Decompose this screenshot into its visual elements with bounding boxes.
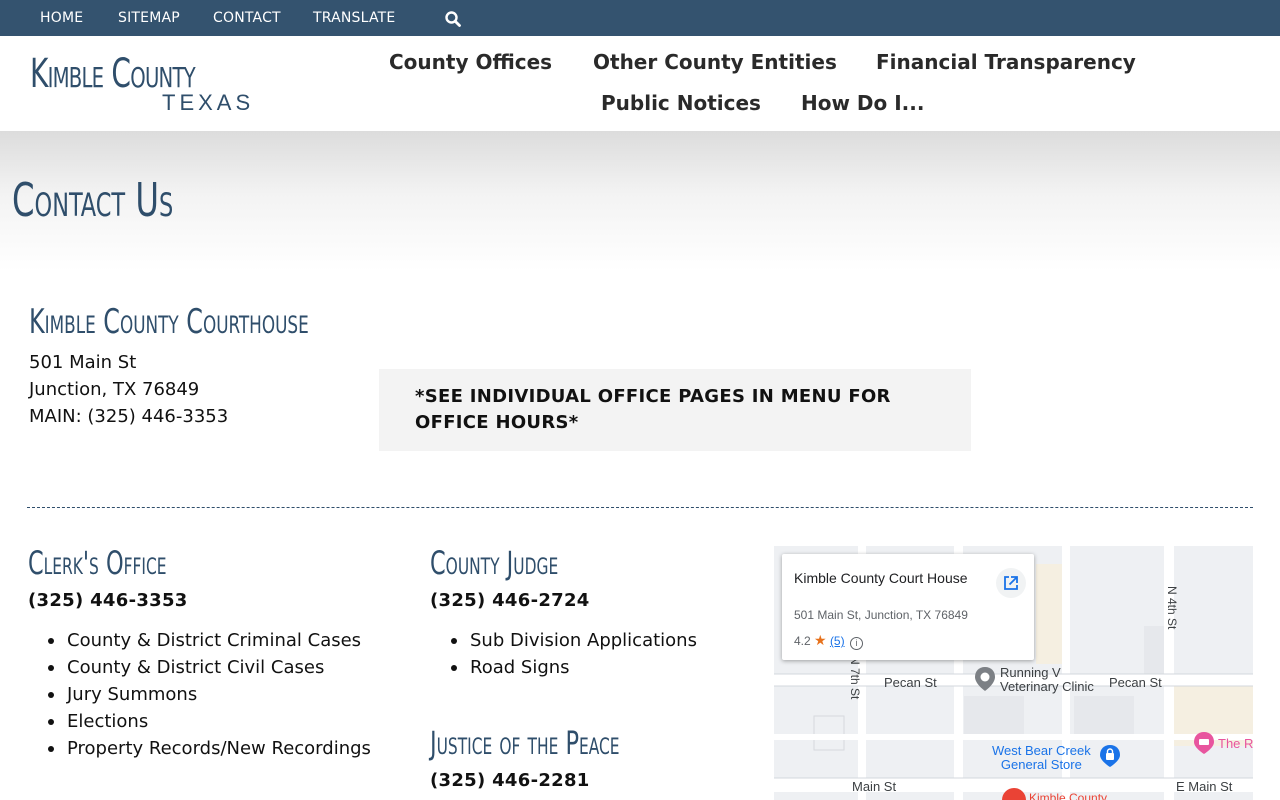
justice-phone: (325) 446-2281	[430, 770, 590, 791]
courthouse-city: Junction, TX 76849	[29, 379, 200, 400]
logo-subtitle: TEXAS	[162, 90, 255, 115]
topnav-translate-link[interactable]: TRANSLATE	[313, 10, 395, 26]
top-utility-bar: HOME SITEMAP CONTACT TRANSLATE	[0, 0, 1280, 36]
map-poi-right[interactable]: The R	[1218, 736, 1253, 751]
nav-how-do-i[interactable]: How Do I...	[801, 91, 924, 115]
map-place-rating: 4.2 ★ (5) i	[794, 632, 863, 650]
map-poi-clinic[interactable]: Running V Veterinary Clinic	[1000, 666, 1094, 694]
lodging-icon[interactable]	[1193, 731, 1215, 755]
clerk-phone: (325) 446-3353	[28, 590, 188, 611]
star-icon: ★	[814, 632, 827, 648]
map-street-main-right: E Main St	[1176, 779, 1233, 794]
site-header: Kimble County TEXAS County Offices Other…	[0, 36, 1280, 131]
map-street-4th: N 4th St	[1165, 586, 1179, 630]
site-logo[interactable]: Kimble County TEXAS	[30, 50, 260, 115]
map-street-pecan-right: Pecan St	[1109, 675, 1162, 690]
page-hero: Contact Us	[0, 131, 1280, 271]
list-item: County & District Civil Cases	[28, 654, 371, 681]
map-street-pecan-left: Pecan St	[884, 675, 937, 690]
list-item: County & District Criminal Cases	[28, 627, 371, 654]
open-external-button[interactable]	[996, 568, 1026, 598]
topnav-contact-link[interactable]: CONTACT	[213, 10, 281, 26]
office-hours-notice-text: *SEE INDIVIDUAL OFFICE PAGES IN MENU FOR…	[415, 386, 891, 433]
map-info-card: Kimble County Court House 501 Main St, J…	[782, 554, 1034, 660]
rating-value: 4.2	[794, 634, 811, 648]
clerk-heading: Clerk's Office	[28, 544, 167, 582]
external-link-icon	[1004, 576, 1018, 590]
topnav-home-link[interactable]: HOME	[40, 10, 83, 26]
justice-heading: Justice of the Peace	[430, 724, 620, 762]
section-divider	[27, 507, 1253, 508]
topnav-sitemap-link[interactable]: SITEMAP	[118, 10, 180, 26]
nav-other-county-entities[interactable]: Other County Entities	[593, 50, 837, 74]
nav-county-offices[interactable]: County Offices	[389, 50, 552, 74]
list-item: Elections	[28, 708, 371, 735]
courthouse-heading: Kimble County Courthouse	[29, 302, 309, 342]
map-poi-store-line2: General Store	[1000, 757, 1082, 772]
list-item: Property Records/New Recordings	[28, 735, 371, 762]
search-icon[interactable]	[444, 10, 462, 28]
review-count-link[interactable]: (5)	[830, 634, 845, 648]
list-item: Road Signs	[431, 654, 697, 681]
nav-public-notices[interactable]: Public Notices	[601, 91, 761, 115]
info-icon[interactable]: i	[849, 637, 863, 650]
embedded-map[interactable]: Running V Veterinary Clinic West Bear Cr…	[774, 546, 1253, 800]
nav-financial-transparency[interactable]: Financial Transparency	[876, 50, 1136, 74]
clerk-services-list: County & District Criminal Cases County …	[28, 627, 371, 762]
shopping-bag-icon[interactable]	[1099, 744, 1121, 768]
office-hours-notice: *SEE INDIVIDUAL OFFICE PAGES IN MENU FOR…	[379, 369, 971, 451]
courthouse-main-phone: MAIN: (325) 446-3353	[29, 406, 229, 427]
map-street-main-left: Main St	[852, 779, 897, 794]
map-street-7th: N 7th St	[848, 656, 862, 700]
judge-phone: (325) 446-2724	[430, 590, 590, 611]
map-place-address: 501 Main St, Junction, TX 76849	[794, 608, 968, 622]
page-title: Contact Us	[12, 173, 174, 227]
judge-services-list: Sub Division Applications Road Signs	[431, 627, 697, 681]
map-pin-icon[interactable]	[974, 666, 996, 692]
map-place-name: Kimble County Court House	[794, 570, 968, 586]
judge-heading: County Judge	[430, 544, 559, 582]
map-poi-clinic-line1: Running V	[1000, 665, 1061, 680]
map-poi-store-line1: West Bear Creek	[992, 743, 1091, 758]
map-poi-clinic-line2: Veterinary Clinic	[1000, 679, 1094, 694]
list-item: Jury Summons	[28, 681, 371, 708]
map-poi-store[interactable]: West Bear Creek General Store	[992, 744, 1091, 772]
map-poi-courthouse[interactable]: Kimble County	[1029, 791, 1107, 800]
list-item: Sub Division Applications	[431, 627, 697, 654]
courthouse-street: 501 Main St	[29, 352, 137, 373]
